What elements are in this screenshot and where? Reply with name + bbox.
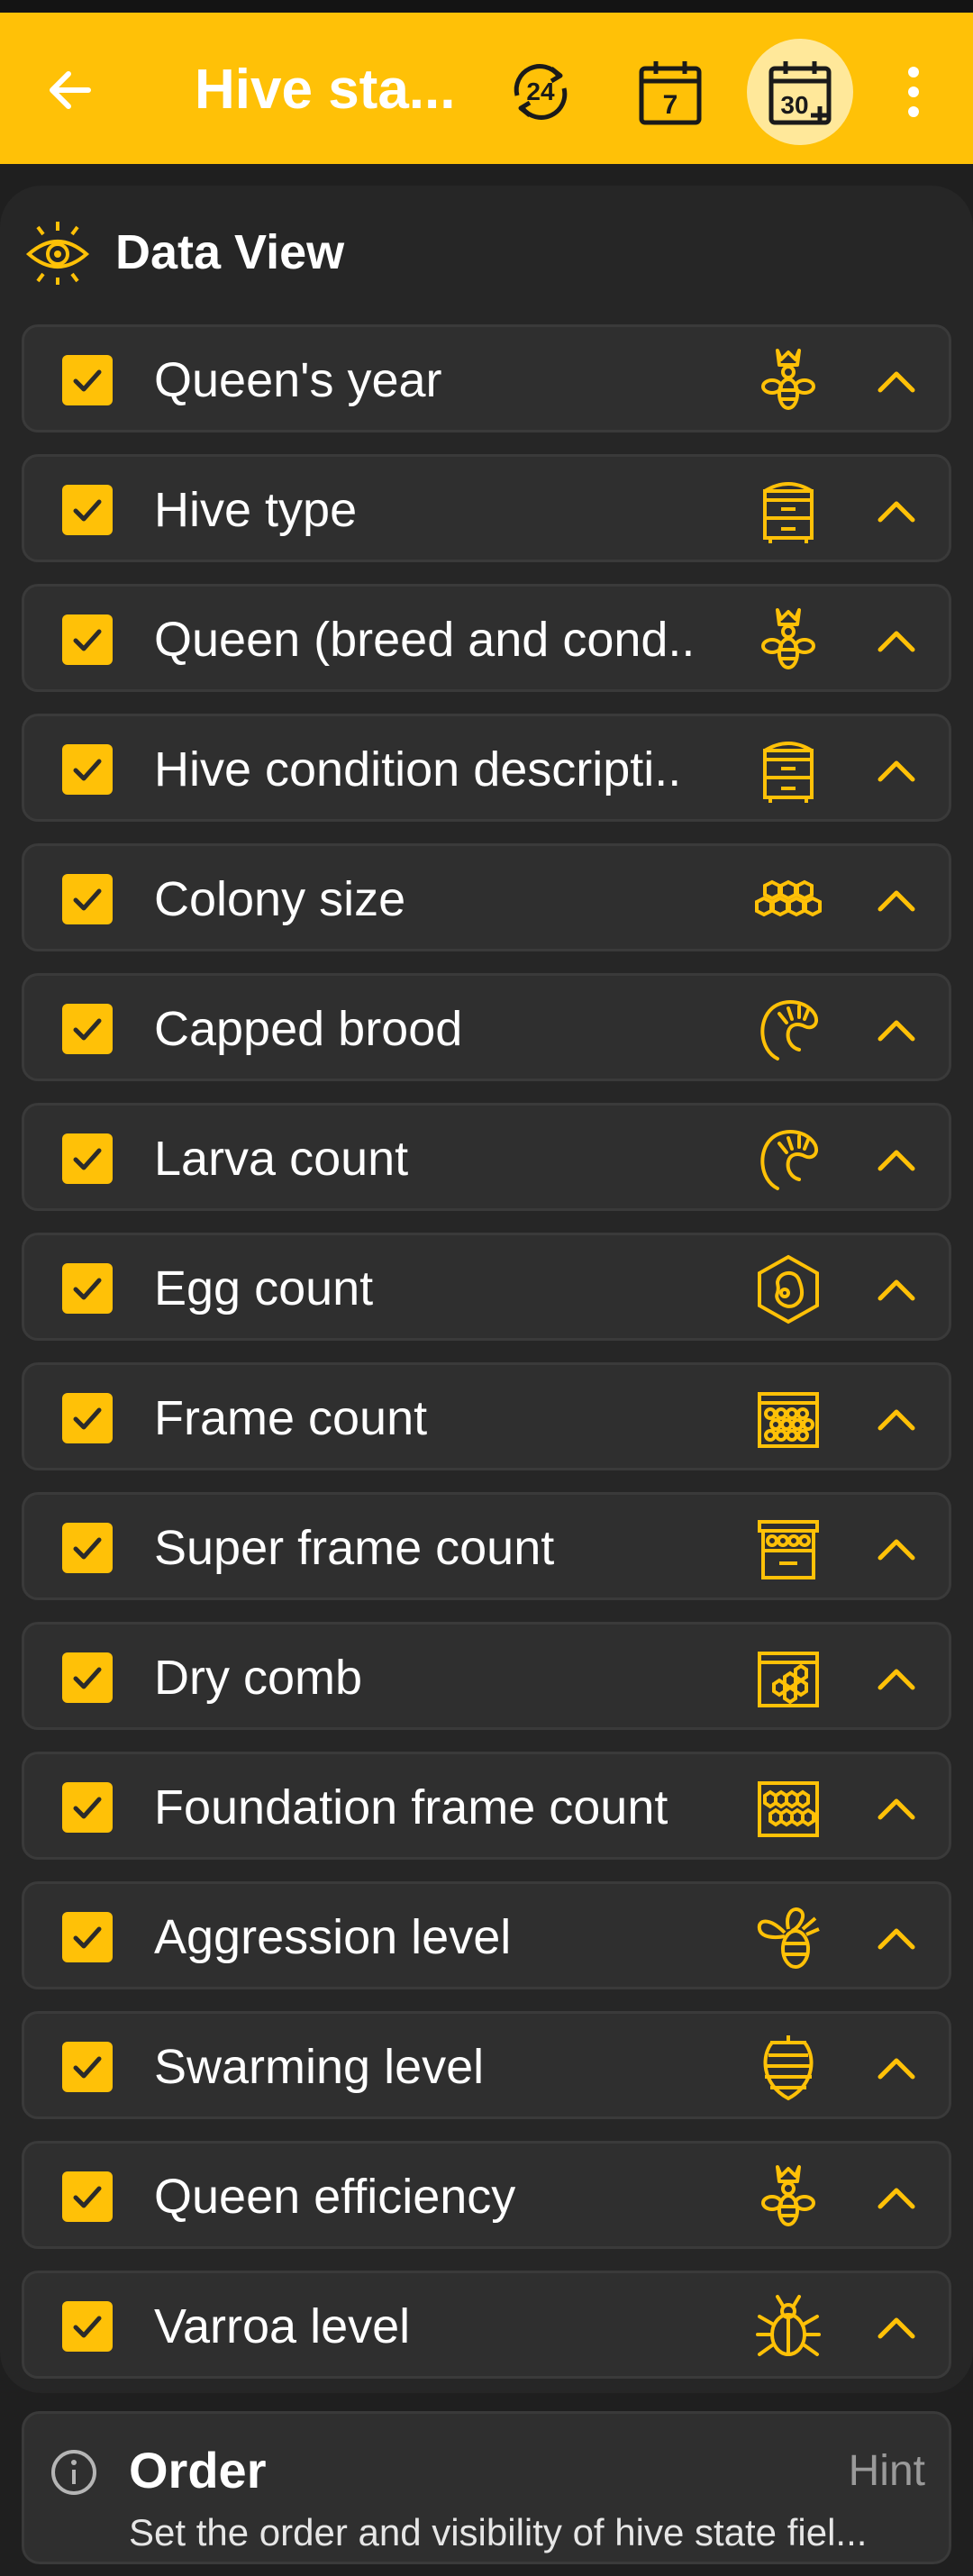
varroa-mite-icon: [752, 2291, 824, 2363]
queen-bee-icon: [752, 2162, 824, 2234]
info-icon: [51, 2450, 96, 2495]
field-label: Foundation frame count: [154, 1780, 668, 1834]
angry-bee-icon: [752, 1902, 824, 1974]
hive-box-icon: [752, 475, 824, 547]
field-checkbox[interactable]: [62, 1912, 113, 1962]
field-label: Frame count: [154, 1391, 428, 1445]
dry-comb-icon: [752, 1643, 824, 1715]
calendar-30-plus-icon[interactable]: 30: [747, 39, 853, 145]
status-bar: [0, 0, 973, 13]
chevron-up-icon[interactable]: [873, 487, 920, 534]
chevron-up-icon[interactable]: [873, 1136, 920, 1183]
field-label: Egg count: [154, 1261, 374, 1315]
more-vert-icon[interactable]: [868, 47, 959, 137]
svg-text:30: 30: [780, 91, 808, 119]
field-checkbox[interactable]: [62, 485, 113, 535]
field-row[interactable]: Queen's year: [22, 324, 951, 432]
field-checkbox[interactable]: [62, 1652, 113, 1703]
chevron-up-icon[interactable]: [873, 747, 920, 794]
field-checkbox[interactable]: [62, 1523, 113, 1573]
chevron-up-icon[interactable]: [873, 1915, 920, 1962]
hint-body: Set the order and visibility of hive sta…: [129, 2511, 868, 2553]
page-title: Hive sta...: [195, 59, 456, 121]
field-label: Dry comb: [154, 1651, 363, 1705]
field-checkbox[interactable]: [62, 2301, 113, 2352]
larva-icon: [752, 1124, 824, 1196]
field-checkbox[interactable]: [62, 874, 113, 924]
field-checkbox[interactable]: [62, 2171, 113, 2222]
field-checkbox[interactable]: [62, 744, 113, 795]
field-row[interactable]: Colony size: [22, 843, 951, 951]
chevron-up-icon[interactable]: [873, 617, 920, 664]
field-row[interactable]: Egg count: [22, 1233, 951, 1341]
chevron-up-icon[interactable]: [873, 1266, 920, 1313]
field-row[interactable]: Hive type: [22, 454, 951, 562]
chevron-up-icon[interactable]: [873, 358, 920, 405]
eye-icon: [25, 222, 90, 285]
chevron-up-icon[interactable]: [873, 1655, 920, 1702]
svg-text:24: 24: [526, 77, 555, 105]
chevron-up-icon[interactable]: [873, 1785, 920, 1832]
field-label: Queen (breed and cond..: [154, 613, 696, 667]
field-row[interactable]: Larva count: [22, 1103, 951, 1211]
field-row[interactable]: Aggression level: [22, 1881, 951, 1989]
chevron-up-icon[interactable]: [873, 2044, 920, 2091]
back-arrow-icon[interactable]: [43, 63, 97, 117]
hint-card[interactable]: Order Hint Set the order and visibility …: [22, 2411, 951, 2564]
egg-icon: [752, 1253, 824, 1325]
field-checkbox[interactable]: [62, 355, 113, 405]
field-label: Varroa level: [154, 2299, 411, 2353]
frame-icon: [752, 1383, 824, 1455]
foundation-frame-icon: [752, 1772, 824, 1844]
swarm-icon: [752, 2032, 824, 2104]
chevron-up-icon[interactable]: [873, 1006, 920, 1053]
hint-title: Order: [129, 2442, 267, 2499]
field-label: Super frame count: [154, 1521, 555, 1575]
honeycomb-icon: [752, 864, 824, 936]
field-checkbox[interactable]: [62, 1393, 113, 1443]
panel-title: Data View: [115, 225, 345, 279]
calendar-7-icon[interactable]: 7: [625, 47, 715, 137]
hint-tag: Hint: [848, 2447, 925, 2495]
field-label: Larva count: [154, 1132, 409, 1186]
field-checkbox[interactable]: [62, 1004, 113, 1054]
chevron-up-icon[interactable]: [873, 877, 920, 924]
field-row[interactable]: Dry comb: [22, 1622, 951, 1730]
panel-header: Data View: [23, 216, 344, 288]
field-checkbox[interactable]: [62, 614, 113, 665]
queen-bee-icon: [752, 605, 824, 677]
field-label: Hive type: [154, 483, 358, 537]
field-label: Hive condition descripti..: [154, 742, 682, 796]
field-checkbox[interactable]: [62, 1133, 113, 1184]
chevron-up-icon[interactable]: [873, 1525, 920, 1572]
chevron-up-icon[interactable]: [873, 2304, 920, 2351]
svg-text:7: 7: [663, 90, 678, 120]
chevron-up-icon[interactable]: [873, 1396, 920, 1443]
field-checkbox[interactable]: [62, 2042, 113, 2092]
field-row[interactable]: Capped brood: [22, 973, 951, 1081]
chevron-up-icon[interactable]: [873, 2174, 920, 2221]
field-label: Aggression level: [154, 1910, 512, 1964]
field-label: Queen efficiency: [154, 2170, 516, 2224]
larva-icon: [752, 994, 824, 1066]
field-row[interactable]: Queen efficiency: [22, 2141, 951, 2249]
field-label: Swarming level: [154, 2040, 485, 2094]
field-row[interactable]: Super frame count: [22, 1492, 951, 1600]
app-bar: Hive sta... 24 7 30: [0, 13, 973, 164]
field-label: Queen's year: [154, 353, 442, 407]
field-row[interactable]: Foundation frame count: [22, 1752, 951, 1860]
field-row[interactable]: Frame count: [22, 1362, 951, 1470]
field-checkbox[interactable]: [62, 1782, 113, 1833]
field-label: Colony size: [154, 872, 406, 926]
hive-box-icon: [752, 734, 824, 806]
field-label: Capped brood: [154, 1002, 463, 1056]
field-checkbox[interactable]: [62, 1263, 113, 1314]
field-row[interactable]: Swarming level: [22, 2011, 951, 2119]
field-row[interactable]: Queen (breed and cond..: [22, 584, 951, 692]
queen-bee-icon: [752, 345, 824, 417]
super-frame-icon: [752, 1513, 824, 1585]
field-row[interactable]: Varroa level: [22, 2271, 951, 2379]
field-row[interactable]: Hive condition descripti..: [22, 714, 951, 822]
24-hours-icon[interactable]: 24: [496, 47, 586, 137]
